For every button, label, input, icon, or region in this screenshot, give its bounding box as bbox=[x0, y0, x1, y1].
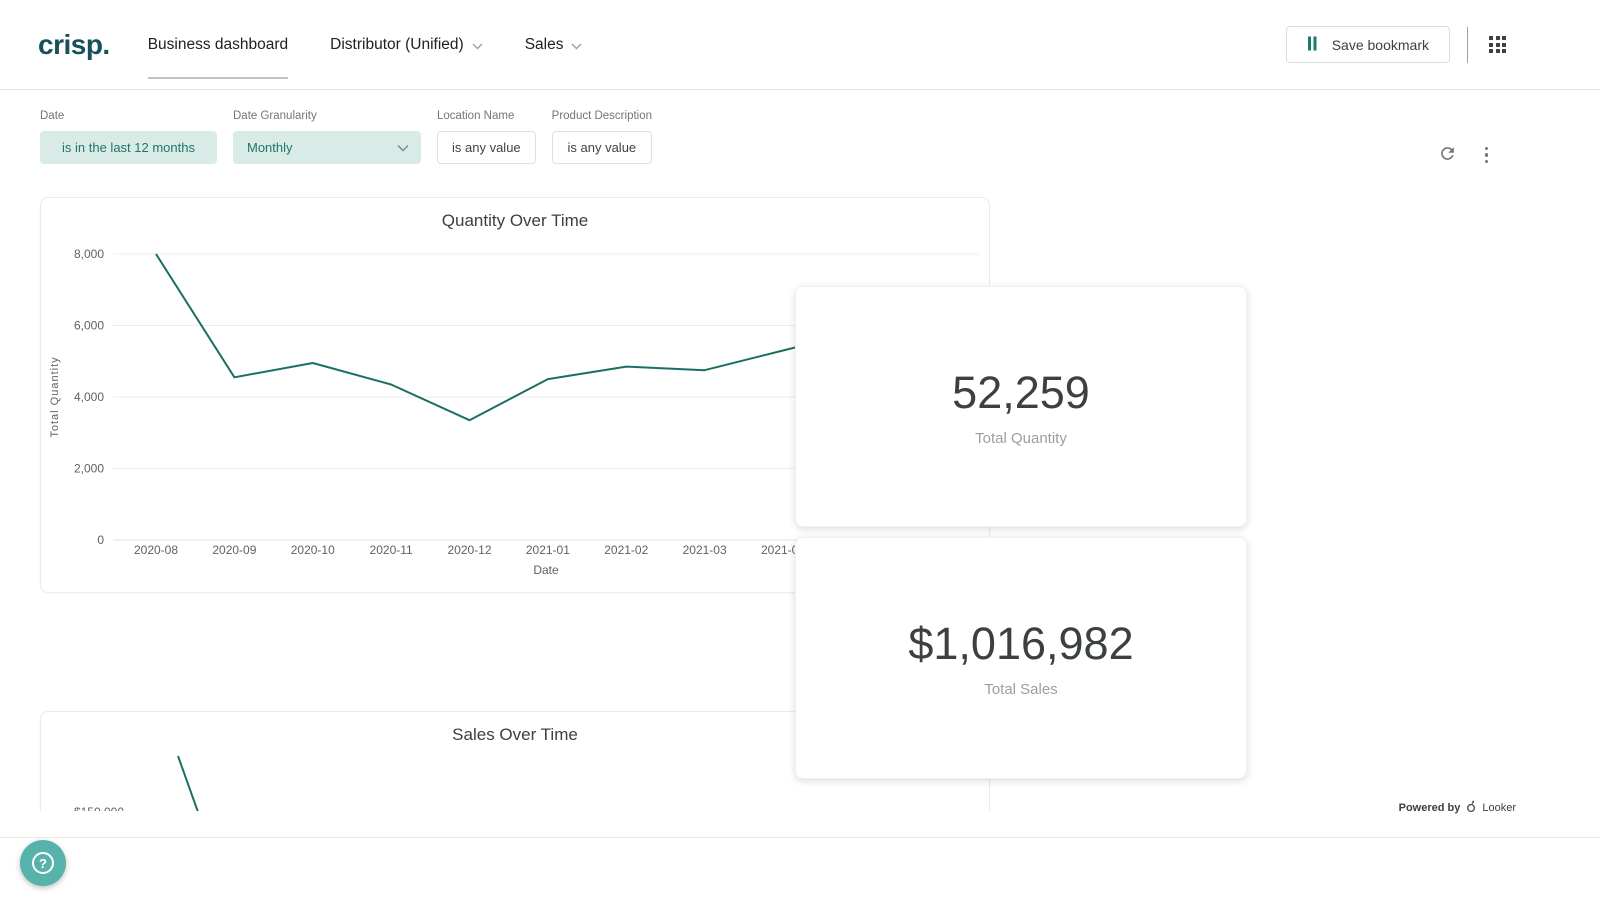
chevron-down-icon bbox=[571, 37, 582, 55]
chevron-down-icon bbox=[472, 37, 483, 55]
header-divider bbox=[1467, 27, 1468, 63]
apps-grid-button[interactable] bbox=[1485, 32, 1510, 57]
filter-product: Product Description is any value bbox=[552, 110, 652, 164]
filter-date: Date is in the last 12 months bbox=[40, 110, 217, 164]
svg-text:2021-01: 2021-01 bbox=[526, 543, 570, 557]
svg-text:2020-12: 2020-12 bbox=[447, 543, 491, 557]
filter-label: Product Description bbox=[552, 110, 652, 122]
filter-location-input[interactable]: is any value bbox=[437, 131, 536, 164]
svg-text:6,000: 6,000 bbox=[74, 319, 104, 333]
select-value: Monthly bbox=[247, 140, 293, 155]
powered-by-looker[interactable]: Powered by Looker bbox=[1399, 800, 1516, 816]
filter-location: Location Name is any value bbox=[437, 110, 536, 164]
kpi-total-sales-card: $1,016,982 Total Sales bbox=[795, 537, 1247, 779]
kpi-label: Total Quantity bbox=[975, 430, 1067, 447]
svg-text:2020-11: 2020-11 bbox=[370, 543, 413, 557]
svg-text:8,000: 8,000 bbox=[74, 247, 104, 261]
help-icon: ? bbox=[32, 852, 54, 874]
crisp-logo[interactable]: crisp. bbox=[38, 29, 110, 61]
filter-product-input[interactable]: is any value bbox=[552, 131, 652, 164]
dashboard-actions bbox=[1438, 144, 1491, 166]
filter-label: Location Name bbox=[437, 110, 536, 122]
svg-text:2021-03: 2021-03 bbox=[683, 543, 727, 557]
looker-logo-icon bbox=[1465, 800, 1477, 816]
tab-label: Sales bbox=[525, 36, 564, 54]
bookmark-icon bbox=[1307, 36, 1320, 54]
filter-date-chip[interactable]: is in the last 12 months bbox=[40, 131, 217, 164]
svg-text:2020-10: 2020-10 bbox=[291, 543, 335, 557]
svg-text:2020-08: 2020-08 bbox=[134, 543, 178, 557]
svg-text:0: 0 bbox=[97, 533, 104, 547]
svg-text:Total Quantity: Total Quantity bbox=[49, 356, 61, 437]
tab-business-dashboard[interactable]: Business dashboard bbox=[148, 36, 288, 54]
svg-text:2,000: 2,000 bbox=[74, 462, 104, 476]
kpi-value: 52,259 bbox=[952, 367, 1090, 419]
header-actions: Save bookmark bbox=[1286, 26, 1510, 63]
refresh-icon bbox=[1438, 144, 1457, 166]
filter-granularity-select[interactable]: Monthly bbox=[233, 131, 421, 164]
powered-by-text: Powered by bbox=[1399, 802, 1461, 814]
save-bookmark-label: Save bookmark bbox=[1332, 37, 1429, 53]
more-options-button[interactable] bbox=[1483, 145, 1491, 166]
kpi-value: $1,016,982 bbox=[908, 618, 1133, 670]
save-bookmark-button[interactable]: Save bookmark bbox=[1286, 26, 1450, 63]
tab-label: Distributor (Unified) bbox=[330, 36, 464, 54]
svg-text:2021-02: 2021-02 bbox=[604, 543, 648, 557]
filter-label: Date bbox=[40, 110, 217, 122]
svg-text:Date: Date bbox=[533, 563, 559, 577]
filter-bar: Date is in the last 12 months Date Granu… bbox=[40, 110, 652, 164]
chevron-down-icon bbox=[397, 140, 409, 155]
app-header: crisp. Business dashboard Distributor (U… bbox=[0, 0, 1600, 90]
tab-label: Business dashboard bbox=[148, 36, 288, 54]
svg-text:4,000: 4,000 bbox=[74, 390, 104, 404]
tab-distributor[interactable]: Distributor (Unified) bbox=[330, 35, 483, 55]
tab-sales[interactable]: Sales bbox=[525, 35, 583, 55]
main-nav: Business dashboard Distributor (Unified)… bbox=[148, 35, 583, 55]
footer-divider bbox=[0, 837, 1600, 838]
kpi-total-quantity-card: 52,259 Total Quantity bbox=[795, 286, 1247, 527]
refresh-button[interactable] bbox=[1438, 144, 1457, 166]
kpi-label: Total Sales bbox=[984, 681, 1057, 698]
svg-text:2020-09: 2020-09 bbox=[212, 543, 256, 557]
filter-granularity: Date Granularity Monthly bbox=[233, 110, 421, 164]
filter-label: Date Granularity bbox=[233, 110, 421, 122]
dashboard-main: Date is in the last 12 months Date Granu… bbox=[0, 90, 1600, 811]
looker-brand-text: Looker bbox=[1482, 802, 1516, 814]
svg-text:$150,000: $150,000 bbox=[74, 805, 124, 811]
help-button[interactable]: ? bbox=[20, 840, 66, 886]
